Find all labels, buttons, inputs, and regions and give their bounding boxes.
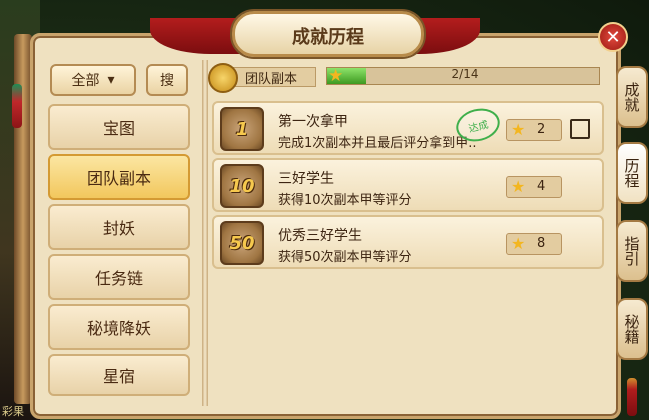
- current-category-label: 团队副本: [232, 67, 316, 87]
- achievement-title: 三好学生: [278, 171, 334, 187]
- category-label: 星宿: [102, 367, 135, 386]
- category-label: 宝图: [102, 119, 135, 138]
- column-divider: [202, 60, 208, 406]
- star-icon: ★: [511, 120, 526, 139]
- tab-guide[interactable]: 指引: [616, 220, 648, 282]
- achievement-desc: 完成1次副本并且最后评分拿到甲..: [278, 136, 477, 151]
- reward-box: ★ 8: [506, 233, 562, 255]
- background-text: 彩果: [2, 405, 24, 418]
- category-label: 团队副本: [86, 169, 151, 188]
- category-label: 封妖: [102, 219, 135, 238]
- window-title: 成就历程: [292, 27, 364, 48]
- achievement-desc: 获得50次副本甲等评分: [278, 250, 412, 265]
- category-item-fengyao[interactable]: 封妖: [48, 204, 190, 250]
- star-icon: ★: [328, 66, 344, 86]
- filter-dropdown[interactable]: 全部 ▾: [50, 64, 136, 96]
- achievement-title: 优秀三好学生: [278, 228, 362, 244]
- tab-secrets[interactable]: 秘籍: [616, 298, 648, 360]
- star-icon: ★: [511, 234, 526, 253]
- category-sidebar: 全部 ▾ 搜 宝图 团队副本 封妖 任务链 秘境降妖 星宿: [40, 58, 198, 408]
- category-label: 秘境降妖: [86, 319, 151, 338]
- category-item-baotu[interactable]: 宝图: [48, 104, 190, 150]
- search-label: 搜: [160, 73, 174, 89]
- category-label: 任务链: [94, 269, 143, 288]
- reward-box: ★ 4: [506, 176, 562, 198]
- dropdown-label: 全部: [71, 73, 100, 89]
- share-icon[interactable]: [570, 119, 590, 139]
- achievement-row[interactable]: 1 第一次拿甲 完成1次副本并且最后评分拿到甲.. 达成 ★ 2: [212, 101, 604, 155]
- category-item-xingxiu[interactable]: 星宿: [48, 354, 190, 396]
- tassel-decoration: [627, 378, 637, 416]
- title-plate: 成就历程: [232, 11, 424, 57]
- achievement-title: 第一次拿甲: [278, 114, 348, 130]
- category-item-quest-chain[interactable]: 任务链: [48, 254, 190, 300]
- star-icon: ★: [511, 177, 526, 196]
- reward-points: 8: [537, 236, 546, 251]
- tassel-decoration: [12, 84, 22, 128]
- search-button[interactable]: 搜: [146, 64, 188, 96]
- chevron-down-icon: ▾: [107, 72, 115, 88]
- reward-points: 2: [537, 122, 546, 137]
- category-item-team-dungeon[interactable]: 团队副本: [48, 154, 190, 200]
- close-button[interactable]: ✕: [598, 22, 628, 52]
- category-item-secret-realm[interactable]: 秘境降妖: [48, 304, 190, 350]
- reward-box: ★ 2: [506, 119, 562, 141]
- achievement-row[interactable]: 10 三好学生 获得10次副本甲等评分 ★ 4: [212, 158, 604, 212]
- achievement-row[interactable]: 50 优秀三好学生 获得50次副本甲等评分 ★ 8: [212, 215, 604, 269]
- progress-text: 2/14: [451, 67, 479, 81]
- medal-icon: 1: [220, 107, 264, 151]
- medal-icon: 10: [220, 164, 264, 208]
- tab-history[interactable]: 历程: [616, 142, 648, 204]
- reward-points: 4: [537, 179, 546, 194]
- trophy-icon: [208, 63, 238, 93]
- achievement-desc: 获得10次副本甲等评分: [278, 193, 412, 208]
- tab-achievement[interactable]: 成就: [616, 66, 648, 128]
- close-icon: ✕: [605, 26, 621, 48]
- medal-icon: 50: [220, 221, 264, 265]
